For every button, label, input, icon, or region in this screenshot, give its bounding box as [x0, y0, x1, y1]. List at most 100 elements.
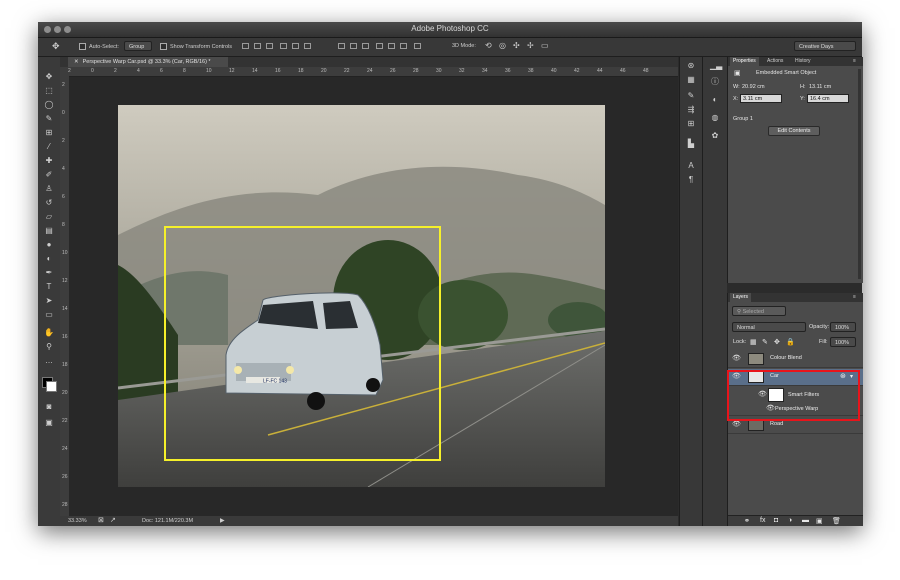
color-icon[interactable]: ◐	[710, 95, 720, 104]
layers-menu-icon[interactable]: ≡	[850, 293, 859, 302]
share-icon[interactable]: ↗	[110, 516, 116, 526]
status-arrow-icon[interactable]: ▶	[220, 516, 225, 526]
timeline-icon[interactable]: ▙	[686, 139, 696, 148]
move-tool-icon[interactable]: ✥	[44, 73, 54, 81]
fx-icon[interactable]: fx	[760, 517, 765, 524]
new-group-icon[interactable]: ▬	[802, 517, 809, 524]
path-select-tool-icon[interactable]: ➤	[44, 297, 54, 305]
gradient-tool-icon[interactable]: ▤	[44, 227, 54, 235]
dodge-tool-icon[interactable]: ◐	[44, 255, 54, 263]
document-image[interactable]: LF-FC 143	[118, 105, 605, 487]
delete-layer-icon[interactable]: 🗑	[832, 517, 841, 525]
w-label: W:	[733, 84, 740, 90]
lasso-tool-icon[interactable]: ◯	[44, 101, 54, 109]
x-field[interactable]: 3.11 cm	[740, 94, 782, 103]
opacity-field[interactable]: 100%	[830, 322, 856, 332]
tab-history[interactable]: History	[792, 57, 814, 66]
ruler-tick-label: 30	[436, 68, 442, 74]
layer-filter-dropdown[interactable]: ⚲ Selected	[732, 306, 786, 316]
lock-all-icon[interactable]: 🔒	[786, 338, 795, 346]
distribute-top-icon[interactable]	[338, 43, 345, 49]
info-icon[interactable]: ⓘ	[710, 77, 720, 86]
adjustments-icon[interactable]: ◍	[710, 113, 720, 122]
lock-position-icon[interactable]: ✥	[774, 338, 780, 346]
3d-rotate-icon[interactable]: ⟲	[485, 41, 492, 50]
align-left-icon[interactable]	[280, 43, 287, 49]
paths-icon[interactable]: ⇶	[686, 105, 696, 114]
3d-panel-icon[interactable]: ⊛	[686, 61, 696, 70]
3d-slide-icon[interactable]: ✢	[527, 41, 534, 50]
blur-tool-icon[interactable]: ●	[44, 241, 54, 249]
show-transform-checkbox[interactable]: Show Transform Controls	[160, 43, 232, 50]
blend-mode-dropdown[interactable]: Normal	[732, 322, 806, 332]
auto-select-checkbox[interactable]: Auto-Select:	[79, 43, 119, 50]
layer-row-colour-blend[interactable]: 👁 Colour Blend	[728, 351, 863, 368]
document-tab[interactable]: ✕ Perspective Warp Car.psd @ 33.3% (Car, …	[68, 57, 228, 67]
rectangle-tool-icon[interactable]: ▭	[44, 311, 54, 319]
brush-tool-icon[interactable]: ✐	[44, 171, 54, 179]
tab-layers[interactable]: Layers	[730, 293, 752, 302]
clone-source-icon[interactable]: ⊞	[686, 119, 696, 128]
auto-select-dropdown[interactable]: Group	[124, 41, 152, 51]
more-tools-icon[interactable]: …	[44, 357, 54, 365]
width-field[interactable]: 20.92 cm	[740, 83, 780, 92]
histogram-icon[interactable]: ▁▃	[710, 61, 722, 70]
zoom-level[interactable]: 33.33%	[68, 516, 87, 526]
type-tool-icon[interactable]: T	[44, 283, 54, 291]
eraser-tool-icon[interactable]: ▱	[44, 213, 54, 221]
distribute-left-icon[interactable]	[376, 43, 383, 49]
healing-tool-icon[interactable]: ✚	[44, 157, 54, 165]
distribute-bottom-icon[interactable]	[362, 43, 369, 49]
hand-tool-icon[interactable]: ✋	[44, 329, 54, 337]
auto-align-icon[interactable]	[414, 43, 421, 49]
3d-roll-icon[interactable]: ◎	[499, 41, 506, 50]
align-hcenter-icon[interactable]	[292, 43, 299, 49]
quick-select-tool-icon[interactable]: ✎	[44, 115, 54, 123]
paragraph-icon[interactable]: ¶	[686, 175, 696, 184]
properties-scrollbar[interactable]	[858, 69, 861, 279]
history-brush-icon[interactable]: ↺	[44, 199, 54, 207]
adjustment-layer-icon[interactable]: ◑	[788, 517, 792, 524]
lock-transparent-icon[interactable]: ▦	[750, 338, 757, 346]
marquee-tool-icon[interactable]: ⬚	[44, 87, 54, 95]
tab-actions[interactable]: Actions	[764, 57, 786, 66]
crop-tool-icon[interactable]: ⊞	[44, 129, 54, 137]
ruler-tick-label: 6	[160, 68, 163, 74]
visibility-eye-icon[interactable]: 👁	[732, 355, 741, 363]
eyedropper-tool-icon[interactable]: ⁄	[44, 143, 54, 151]
pen-tool-icon[interactable]: ✒	[44, 269, 54, 277]
add-mask-icon[interactable]: ◘	[774, 517, 778, 524]
workspace-dropdown[interactable]: Creative Days	[794, 41, 856, 51]
3d-scale-icon[interactable]: ▭	[541, 41, 549, 50]
zoom-tool-icon[interactable]: ⚲	[44, 343, 54, 351]
screen-mode-icon[interactable]: ▣	[44, 419, 54, 427]
distribute-right-icon[interactable]	[400, 43, 407, 49]
align-bottom-icon[interactable]	[266, 43, 273, 49]
swatches-icon[interactable]: ▦	[686, 75, 696, 84]
distribute-vcenter-icon[interactable]	[350, 43, 357, 49]
align-top-icon[interactable]	[242, 43, 249, 49]
height-field[interactable]: 13.11 cm	[807, 83, 847, 92]
brush-preset-icon[interactable]: ✎	[686, 91, 696, 100]
new-layer-icon[interactable]: ▣	[816, 517, 823, 525]
close-tab-icon[interactable]: ✕	[74, 59, 79, 65]
fill-field[interactable]: 100%	[830, 337, 856, 347]
3d-pan-icon[interactable]: ✣	[513, 41, 520, 50]
y-label: Y:	[800, 96, 805, 102]
character-icon[interactable]: A	[686, 161, 696, 170]
align-vcenter-icon[interactable]	[254, 43, 261, 49]
align-right-icon[interactable]	[304, 43, 311, 49]
edit-contents-button[interactable]: Edit Contents	[768, 126, 820, 136]
lock-pixels-icon[interactable]: ✎	[762, 338, 768, 346]
visibility-eye-icon[interactable]: 👁	[732, 421, 741, 429]
link-layers-icon[interactable]: ⚭	[744, 517, 750, 525]
distribute-hcenter-icon[interactable]	[388, 43, 395, 49]
background-color-swatch[interactable]	[46, 381, 57, 392]
y-field[interactable]: 16.4 cm	[807, 94, 849, 103]
tab-properties[interactable]: Properties	[730, 57, 759, 66]
panel-menu-icon[interactable]: ≡	[850, 57, 859, 66]
stamp-tool-icon[interactable]: ♙	[44, 185, 54, 193]
styles-icon[interactable]: ✿	[710, 131, 720, 140]
move-tool-icon[interactable]: ✥	[52, 41, 60, 52]
quick-mask-icon[interactable]: ◙	[44, 403, 54, 411]
